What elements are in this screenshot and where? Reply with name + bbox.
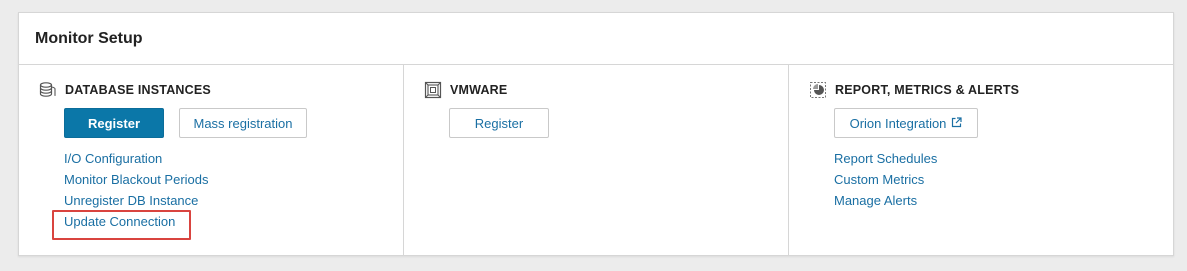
database-section-header: DATABASE INSTANCES bbox=[39, 81, 211, 99]
external-link-icon bbox=[951, 116, 963, 131]
database-icon bbox=[39, 81, 57, 99]
panel-title: Monitor Setup bbox=[35, 29, 143, 47]
panel-header: Monitor Setup bbox=[19, 13, 1173, 65]
io-configuration-link[interactable]: I/O Configuration bbox=[64, 151, 162, 166]
report-metrics-alerts-section: REPORT, METRICS & ALERTS Orion Integrati… bbox=[789, 65, 1173, 255]
vmware-icon bbox=[424, 81, 442, 99]
reports-section-title: REPORT, METRICS & ALERTS bbox=[835, 83, 1020, 97]
report-icon bbox=[809, 81, 827, 99]
mass-registration-button[interactable]: Mass registration bbox=[179, 108, 307, 138]
monitor-blackout-periods-link[interactable]: Monitor Blackout Periods bbox=[64, 172, 209, 187]
vmware-section-title: VMWARE bbox=[450, 83, 508, 97]
reports-section-header: REPORT, METRICS & ALERTS bbox=[809, 81, 1019, 99]
orion-integration-button[interactable]: Orion Integration bbox=[834, 108, 978, 138]
vmware-section-header: VMWARE bbox=[424, 81, 507, 99]
manage-alerts-link[interactable]: Manage Alerts bbox=[834, 193, 917, 208]
orion-integration-label: Orion Integration bbox=[849, 115, 947, 131]
monitor-setup-panel: Monitor Setup DATABASE INSTANCES Registe… bbox=[18, 12, 1174, 256]
unregister-db-instance-link[interactable]: Unregister DB Instance bbox=[64, 193, 198, 208]
custom-metrics-link[interactable]: Custom Metrics bbox=[834, 172, 924, 187]
register-database-button[interactable]: Register bbox=[64, 108, 164, 138]
database-section-title: DATABASE INSTANCES bbox=[65, 83, 211, 97]
vmware-section: VMWARE Register bbox=[404, 65, 789, 255]
register-vmware-button[interactable]: Register bbox=[449, 108, 549, 138]
setup-columns: DATABASE INSTANCES Register Mass registr… bbox=[19, 65, 1173, 255]
report-schedules-link[interactable]: Report Schedules bbox=[834, 151, 937, 166]
update-connection-highlight bbox=[52, 210, 191, 240]
database-instances-section: DATABASE INSTANCES Register Mass registr… bbox=[19, 65, 404, 255]
